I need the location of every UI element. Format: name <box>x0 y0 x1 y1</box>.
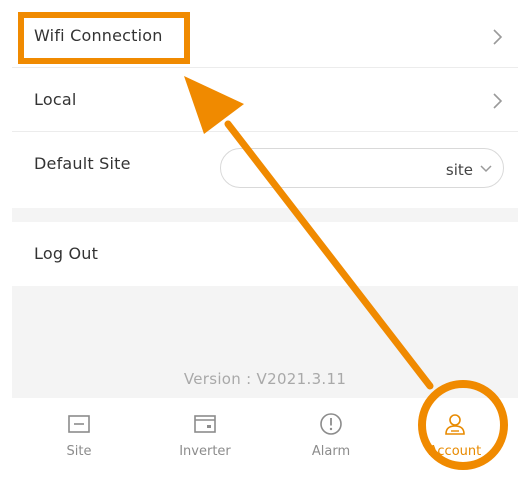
site-icon <box>68 415 90 433</box>
chevron-right-icon <box>493 93 503 109</box>
tab-account[interactable]: Account <box>392 398 518 468</box>
account-settings-screen: Wifi Connection Local Default Site site … <box>0 0 520 479</box>
tab-alarm[interactable]: Alarm <box>268 398 394 468</box>
wifi-connection-row[interactable]: Wifi Connection <box>12 0 518 68</box>
section-divider <box>12 208 518 222</box>
tab-inverter[interactable]: Inverter <box>142 398 268 468</box>
account-icon <box>445 414 465 435</box>
bottom-tab-bar: Site Inverter Alarm Account <box>12 398 518 468</box>
local-row[interactable]: Local <box>12 68 518 132</box>
alarm-icon <box>320 413 342 435</box>
logout-row[interactable]: Log Out <box>12 222 518 286</box>
tab-account-label: Account <box>428 444 482 459</box>
local-label: Local <box>34 90 77 109</box>
default-site-value: site <box>445 161 473 179</box>
app-version: Version : V2021.3.11 <box>183 370 347 388</box>
chevron-right-icon <box>493 29 503 45</box>
tab-site-label: Site <box>66 444 92 459</box>
default-site-row: Default Site site <box>12 132 518 208</box>
default-site-label: Default Site <box>34 154 131 173</box>
inverter-icon <box>194 415 216 433</box>
logout-label: Log Out <box>34 244 99 263</box>
wifi-connection-label: Wifi Connection <box>34 26 163 45</box>
tab-alarm-label: Alarm <box>311 444 351 459</box>
footer-area: Version : V2021.3.11 <box>12 286 518 398</box>
tab-site[interactable]: Site <box>16 398 142 468</box>
chevron-down-icon <box>480 165 492 173</box>
default-site-select[interactable]: site <box>220 148 504 188</box>
tab-inverter-label: Inverter <box>179 444 231 459</box>
